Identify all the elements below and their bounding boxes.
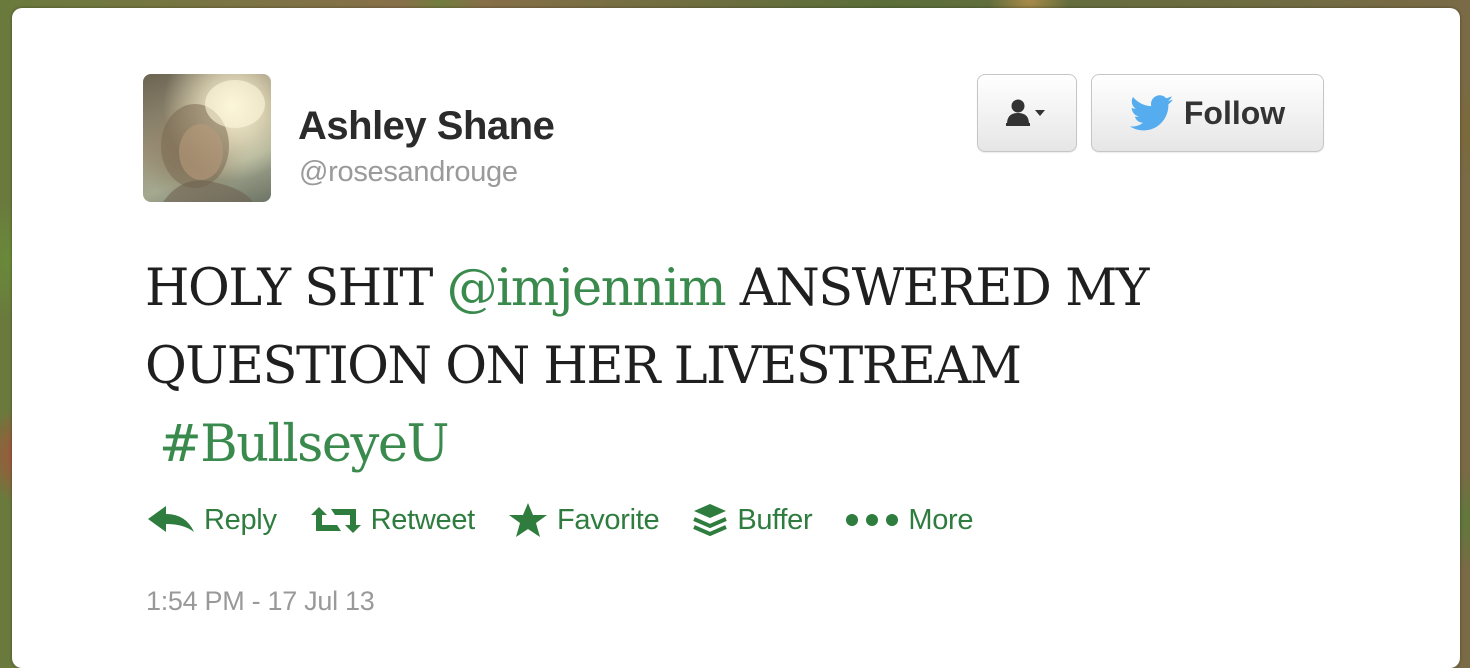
mention-link[interactable]: @imjennim xyxy=(447,259,727,318)
buffer-label: Buffer xyxy=(737,503,813,536)
retweet-label: Retweet xyxy=(370,503,476,536)
follow-button[interactable]: Follow xyxy=(1091,74,1324,152)
favorite-label: Favorite xyxy=(556,503,660,536)
reply-icon xyxy=(148,506,194,532)
tweet-text: HOLY SHIT @imjennim ANSWERED MY QUESTION… xyxy=(145,250,1325,484)
more-dots-icon xyxy=(846,514,899,526)
hashtag-link[interactable]: #BullseyeU xyxy=(159,415,450,474)
tweet-actions: Reply Retweet Favorite Buffer More xyxy=(146,502,1005,538)
avatar[interactable] xyxy=(143,74,271,202)
twitter-bird-icon xyxy=(1129,95,1173,131)
tweet-text-part1: HOLY SHIT xyxy=(145,259,447,318)
reply-action[interactable]: Reply xyxy=(146,504,277,537)
buffer-action[interactable]: Buffer xyxy=(691,502,813,538)
more-action[interactable]: More xyxy=(844,503,974,537)
user-dropdown-icon xyxy=(1006,99,1045,126)
avatar-image xyxy=(161,80,265,202)
author-display-name[interactable]: Ashley Shane xyxy=(298,104,555,149)
user-actions-button[interactable] xyxy=(977,74,1077,152)
buffer-icon xyxy=(693,504,728,537)
retweet-action[interactable]: Retweet xyxy=(309,504,475,537)
retweet-icon xyxy=(310,507,361,533)
star-icon xyxy=(508,503,547,537)
author-handle[interactable]: @rosesandrouge xyxy=(299,156,518,189)
reply-label: Reply xyxy=(204,503,277,536)
follow-button-label: Follow xyxy=(1183,94,1286,131)
tweet-timestamp[interactable]: 1:54 PM - 17 Jul 13 xyxy=(146,586,375,617)
favorite-action[interactable]: Favorite xyxy=(507,502,660,538)
tweet-card: Ashley Shane @rosesandrouge Follow HOLY … xyxy=(12,8,1460,668)
more-label: More xyxy=(908,503,974,536)
